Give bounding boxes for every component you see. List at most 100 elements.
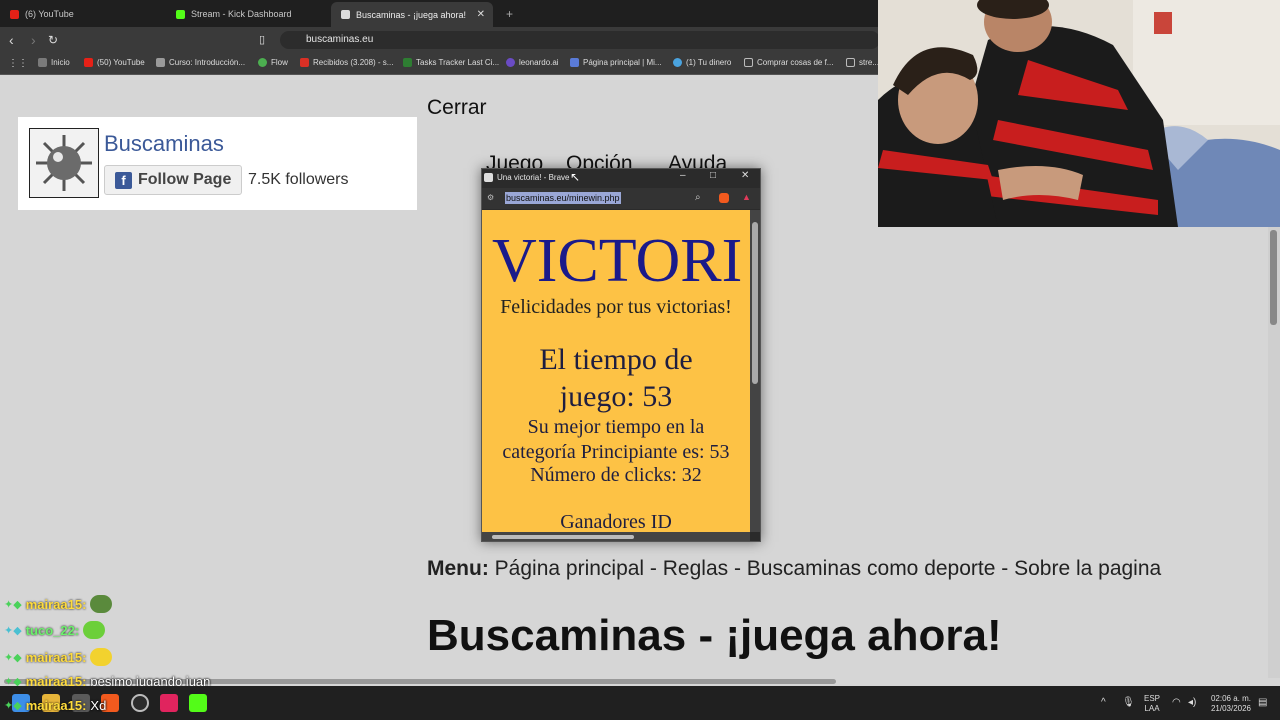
tray-expand-icon[interactable]: ^ <box>1101 697 1106 708</box>
bookmark-item[interactable]: (50) YouTube <box>84 58 145 67</box>
page-title: Buscaminas - ¡juega ahora! <box>427 611 1002 660</box>
tab-youtube[interactable]: (6) YouTube <box>0 4 165 24</box>
bookmark-icon <box>570 58 579 67</box>
game-time: El tiempo de juego: 53 <box>482 341 750 415</box>
popup-url-field[interactable]: buscaminas.eu/minewin.php <box>505 192 621 204</box>
popup-scrollbar-thumb[interactable] <box>752 222 758 384</box>
microphone-icon[interactable]: 🎙 <box>1122 697 1135 708</box>
chat-username: mairaa15: <box>25 649 87 665</box>
emote-icon <box>90 648 113 666</box>
forward-icon[interactable]: › <box>31 32 36 48</box>
victory-heading: VICTORI <box>492 227 743 295</box>
bookmark-label: (50) YouTube <box>97 58 145 67</box>
wifi-icon[interactable]: ◠ <box>1172 697 1181 708</box>
clock[interactable]: 02:06 a. m. 21/03/2026 <box>1205 694 1251 714</box>
bookmark-item[interactable]: (1) Tu dinero <box>673 58 731 67</box>
bookmark-item[interactable]: stre... <box>846 58 879 67</box>
kick-icon <box>176 9 185 19</box>
mine-logo-icon[interactable] <box>29 128 99 198</box>
bookmark-icon <box>38 58 47 67</box>
bookmark-label: Curso: Introducción... <box>169 58 246 67</box>
folder-icon <box>846 58 855 67</box>
flow-icon <box>258 58 267 67</box>
winners-heading: Ganadores ID <box>560 511 672 532</box>
volume-icon[interactable]: ◂) <box>1188 697 1196 708</box>
minimize-icon[interactable]: – <box>680 170 686 181</box>
maximize-icon[interactable]: □ <box>710 170 716 181</box>
bookmark-label: leonardo.ai <box>519 58 559 67</box>
follow-page-button[interactable]: f Follow Page <box>104 165 242 195</box>
page-scrollbar-thumb[interactable] <box>1270 230 1277 325</box>
facebook-page-name[interactable]: Buscaminas <box>104 131 224 157</box>
webcam-overlay <box>878 0 1280 227</box>
keyboard-layout: LAA <box>1144 704 1160 713</box>
bookmark-label: stre... <box>859 58 880 67</box>
gmail-icon <box>300 58 309 67</box>
bookmark-label: Comprar cosas de f... <box>757 58 834 67</box>
bookmark-label: Recibidos (3.208) - s... <box>313 58 394 67</box>
moderator-badge-icon: ✦◆ <box>4 651 22 664</box>
chat-text: Xd <box>90 698 107 713</box>
bookmark-item[interactable]: Flow <box>258 58 288 67</box>
bookmark-icon[interactable]: ▯ <box>259 32 265 48</box>
youtube-icon <box>10 9 19 19</box>
kick-icon[interactable] <box>189 694 207 712</box>
popup-hscrollbar-thumb[interactable] <box>492 535 634 539</box>
bookmark-item[interactable]: leonardo.ai <box>506 58 559 67</box>
reload-icon[interactable]: ↻ <box>48 32 58 48</box>
bookmark-item[interactable]: Tasks Tracker Last Ci... <box>403 58 499 67</box>
facebook-icon: f <box>115 171 132 189</box>
close-link[interactable]: Cerrar <box>427 96 487 120</box>
close-tab-icon[interactable]: ✕ <box>477 9 485 20</box>
apps-icon[interactable]: ⋮⋮ <box>8 58 28 69</box>
tab-kick[interactable]: Stream - Kick Dashboard <box>166 4 331 24</box>
close-icon[interactable]: ✕ <box>741 170 749 181</box>
bookmark-item[interactable]: Página principal | Mi... <box>570 58 662 67</box>
bookmark-label: Tasks Tracker Last Ci... <box>416 58 500 67</box>
bookmark-item[interactable]: Inicio <box>38 58 70 67</box>
emote-icon <box>83 621 106 639</box>
chat-username: mairaa15: <box>25 596 87 612</box>
bookmark-item[interactable]: Comprar cosas de f... <box>744 58 833 67</box>
mouse-cursor-icon: ↖ <box>570 170 581 184</box>
clock-date: 21/03/2026 <box>1210 704 1251 713</box>
clock-time: 02:06 a. m. <box>1210 694 1251 703</box>
site-menu: Menu: Página principal - Reglas - Buscam… <box>427 557 1161 581</box>
menu-links[interactable]: Página principal - Reglas - Buscaminas c… <box>495 557 1162 580</box>
popup-content: VICTORI Felicidades por tus victorias! E… <box>482 210 750 532</box>
best-time-line1: Su mejor tiempo en la <box>527 416 705 438</box>
brave-shield-icon[interactable] <box>719 193 729 203</box>
back-icon[interactable]: ‹ <box>9 32 14 48</box>
url-field[interactable]: buscaminas.eu <box>280 31 880 49</box>
leonardo-icon <box>506 58 515 67</box>
chat-message: ✦◆ mairaa15: <box>4 595 113 613</box>
moderator-badge-icon: ✦◆ <box>4 700 22 712</box>
bookmark-icon <box>403 58 412 67</box>
bookmark-item[interactable]: Curso: Introducción... <box>156 58 245 67</box>
tab-label: Stream - Kick Dashboard <box>191 9 292 19</box>
tiktok-icon[interactable] <box>160 694 178 712</box>
new-tab-button[interactable]: + <box>496 4 513 24</box>
language-indicator[interactable]: ESP LAA <box>1144 694 1160 714</box>
menu-prefix: Menu: <box>427 557 489 580</box>
bookmark-item[interactable]: Recibidos (3.208) - s... <box>300 58 393 67</box>
brave-rewards-icon[interactable]: ▲ <box>742 192 751 202</box>
bookmark-icon <box>156 58 165 67</box>
tab-label: Buscaminas - ¡juega ahora! <box>356 9 467 20</box>
notifications-icon[interactable]: ▤ <box>1258 697 1267 708</box>
game-time-line2: juego: 53 <box>559 380 673 413</box>
best-time-line2: categoría Principiante es: 53 <box>502 441 730 463</box>
obs-icon[interactable] <box>131 694 149 712</box>
site-settings-icon[interactable]: ⚙ <box>487 193 494 202</box>
game-time-line1: El tiempo de <box>539 343 693 376</box>
chat-message: ✦◆ mairaa15: <box>4 648 113 666</box>
chat-message: ✦◆ tuco_22: <box>4 621 106 639</box>
tab-buscaminas[interactable]: Buscaminas - ¡juega ahora! ✕ <box>331 2 493 27</box>
moderator-badge-icon: ✦◆ <box>4 598 22 611</box>
zoom-icon[interactable]: ⌕ <box>695 192 701 203</box>
follow-label: Follow Page <box>138 171 232 188</box>
followers-count: 7.5K followers <box>248 171 349 188</box>
chat-username: mairaa15: <box>25 698 87 713</box>
buscaminas-icon <box>484 173 493 182</box>
tab-label: (6) YouTube <box>25 9 74 19</box>
